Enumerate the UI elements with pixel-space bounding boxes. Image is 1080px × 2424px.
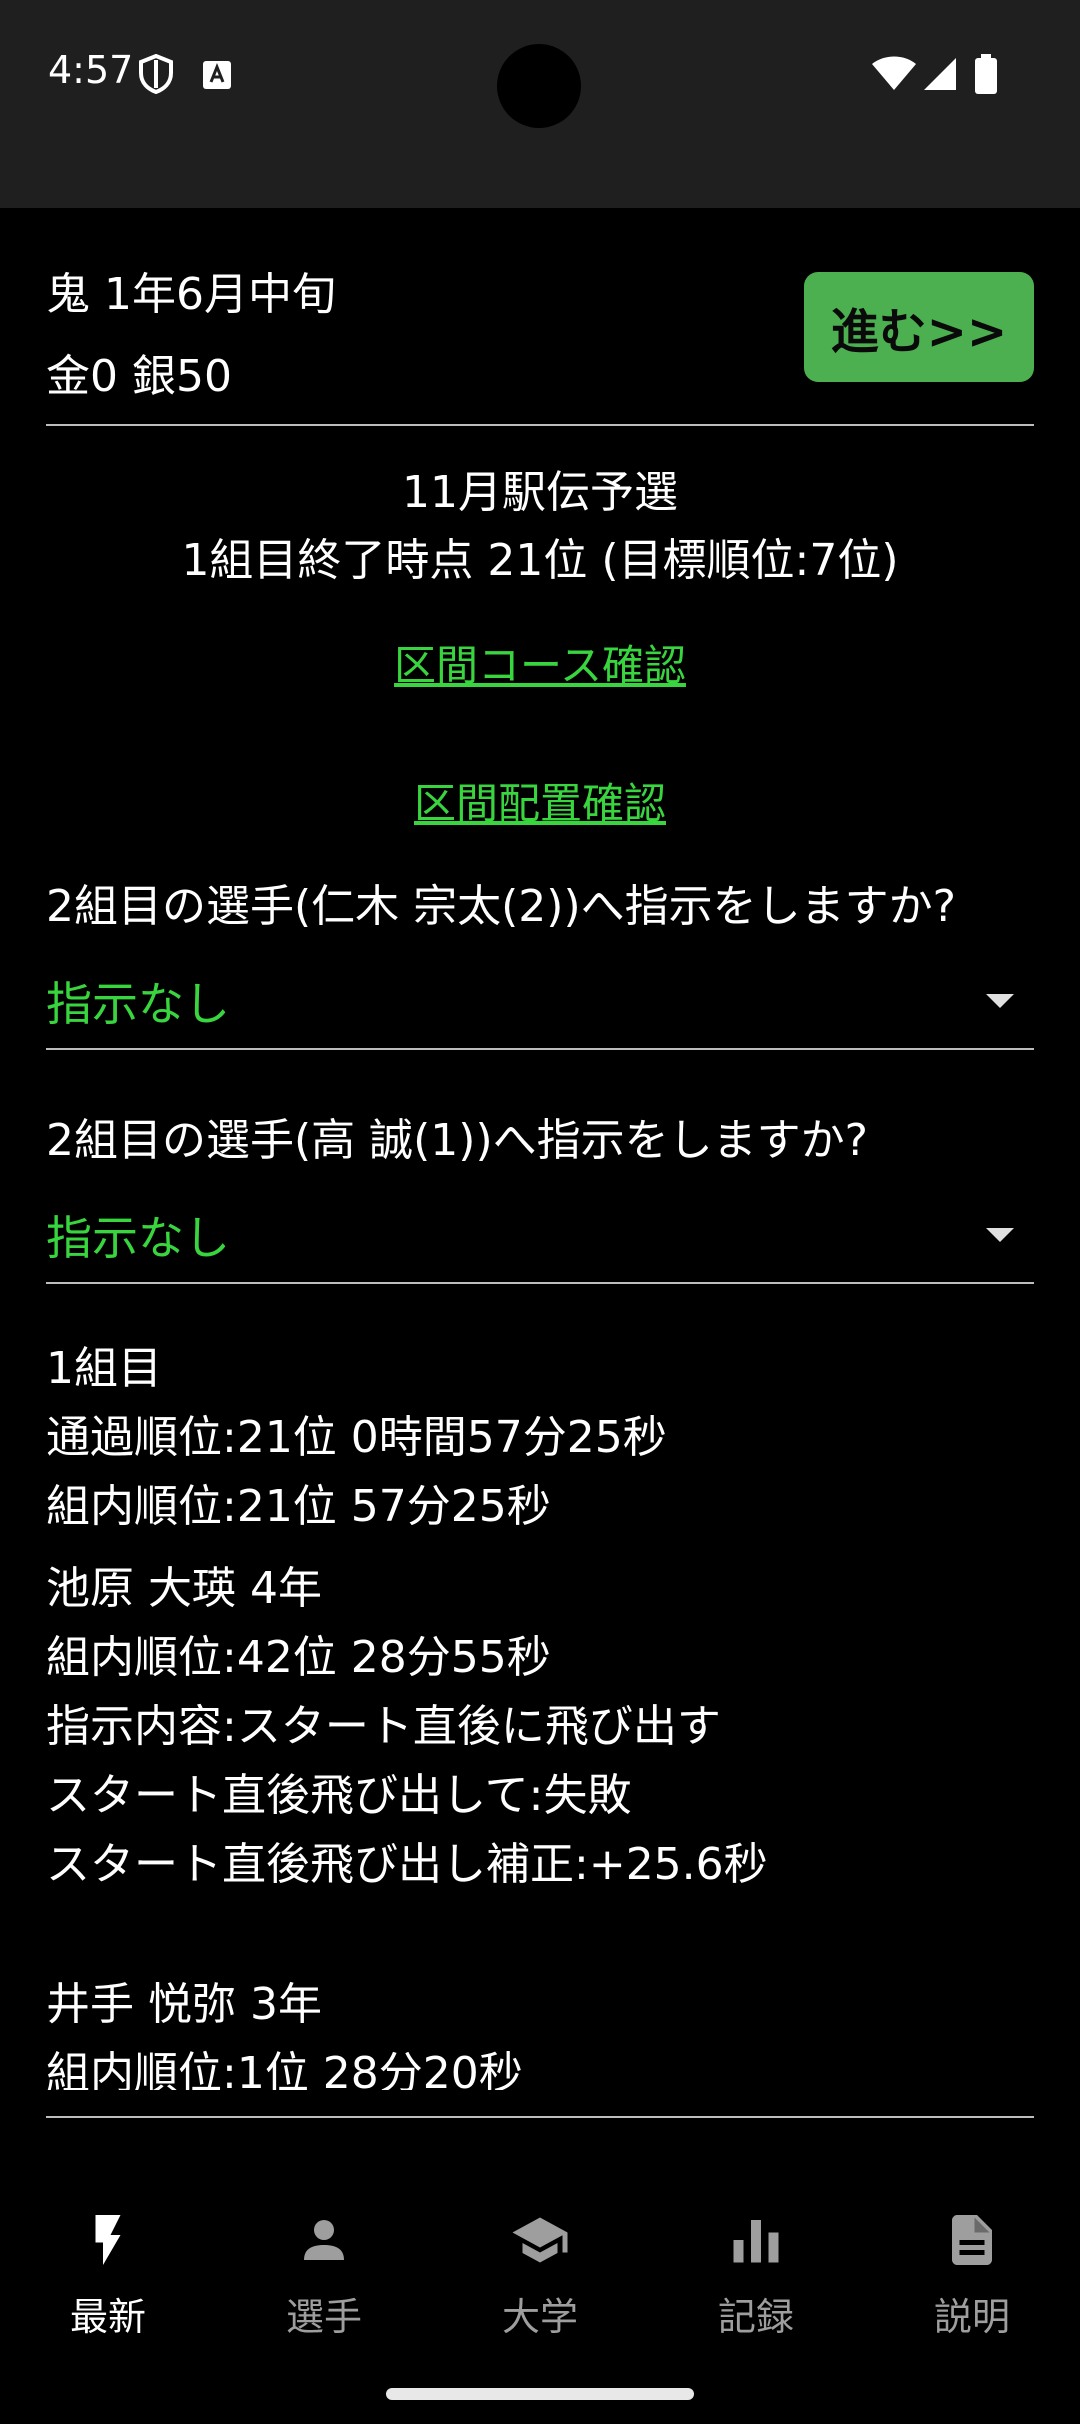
dropdown-arrow-icon xyxy=(986,994,1014,1008)
runner-name: 池原 大瑛 4年 xyxy=(46,1563,322,1614)
nav-item-university[interactable]: 大学 xyxy=(432,2180,648,2380)
runner-rank: 組内順位:42位 28分55秒 xyxy=(46,1632,551,1683)
instruction-question-2: 2組目の選手(高 誠(1))へ指示をしますか? xyxy=(46,1115,868,1166)
nav-item-records[interactable]: 記録 xyxy=(648,2180,864,2380)
wifi-icon xyxy=(872,56,916,90)
header-divider xyxy=(46,424,1034,426)
race-title: 11月駅伝予選 xyxy=(402,467,678,518)
content-divider xyxy=(46,2116,1034,2118)
camera-cutout xyxy=(497,44,581,128)
pass-rank: 通過順位:21位 0時間57分25秒 xyxy=(46,1412,667,1463)
runner-correction: スタート直後飛び出し補正:+25.6秒 xyxy=(46,1839,768,1890)
status-time: 4:57 xyxy=(48,48,134,92)
runner-result-2: 井手 悦弥 3年 組内順位:1位 28分20秒 xyxy=(46,1970,1034,2090)
runner-name: 井手 悦弥 3年 xyxy=(46,1979,322,2030)
group-rank: 組内順位:21位 57分25秒 xyxy=(46,1481,551,1532)
course-check-link[interactable]: 区間コース確認 xyxy=(0,632,1080,693)
runner-result-1: 池原 大瑛 4年 組内順位:42位 28分55秒 指示内容:スタート直後に飛び出… xyxy=(46,1554,1034,1899)
runner-outcome: スタート直後飛び出して:失敗 xyxy=(46,1770,632,1821)
person-icon xyxy=(304,2220,344,2260)
group-result: 1組目 通過順位:21位 0時間57分25秒 組内順位:21位 57分25秒 xyxy=(46,1334,1034,1541)
bottom-navigation: 最新 選手 大学 記録 説明 xyxy=(0,2180,1080,2380)
advance-button[interactable]: 進む>> xyxy=(804,272,1034,382)
nav-label: 記録 xyxy=(717,2295,794,2339)
instruction-question-1: 2組目の選手(仁木 宗太(2))へ指示をしますか? xyxy=(46,881,956,932)
bolt-icon xyxy=(95,2215,121,2265)
instruction-select-value: 指示なし xyxy=(46,977,230,1031)
group-title: 1組目 xyxy=(46,1343,162,1394)
keyboard-a-icon xyxy=(203,61,231,89)
graduation-cap-icon xyxy=(512,2217,568,2263)
instruction-select-value: 指示なし xyxy=(46,1211,230,1265)
race-status: 1組目終了時点 21位 (目標順位:7位) xyxy=(181,535,899,586)
nav-item-latest[interactable]: 最新 xyxy=(0,2180,216,2380)
nav-item-help[interactable]: 説明 xyxy=(864,2180,1080,2380)
home-indicator[interactable] xyxy=(386,2388,694,2400)
nav-label: 選手 xyxy=(285,2295,362,2339)
runner-rank: 組内順位:1位 28分20秒 xyxy=(46,2048,523,2090)
runner-instruction: 指示内容:スタート直後に飛び出す xyxy=(46,1701,721,1752)
nav-label: 説明 xyxy=(933,2295,1010,2339)
header-panel: 鬼 1年6月中旬 金0 銀50 進む>> xyxy=(46,258,1034,423)
team-and-date: 鬼 1年6月中旬 xyxy=(46,269,336,320)
placement-check-link[interactable]: 区間配置確認 xyxy=(0,770,1080,831)
cellular-signal-icon xyxy=(924,58,956,90)
money-display: 金0 銀50 xyxy=(46,351,232,402)
battery-icon xyxy=(975,54,997,94)
dropdown-arrow-icon xyxy=(986,1228,1014,1242)
instruction-select-2[interactable]: 指示なし xyxy=(46,1186,1034,1284)
status-bar: 4:57 xyxy=(0,0,1080,208)
bar-chart-icon xyxy=(733,2220,779,2263)
document-icon xyxy=(952,2215,992,2265)
nav-item-players[interactable]: 選手 xyxy=(216,2180,432,2380)
nav-label: 大学 xyxy=(501,2295,578,2339)
shield-icon xyxy=(139,54,173,94)
instruction-select-1[interactable]: 指示なし xyxy=(46,952,1034,1050)
nav-label: 最新 xyxy=(69,2295,146,2339)
